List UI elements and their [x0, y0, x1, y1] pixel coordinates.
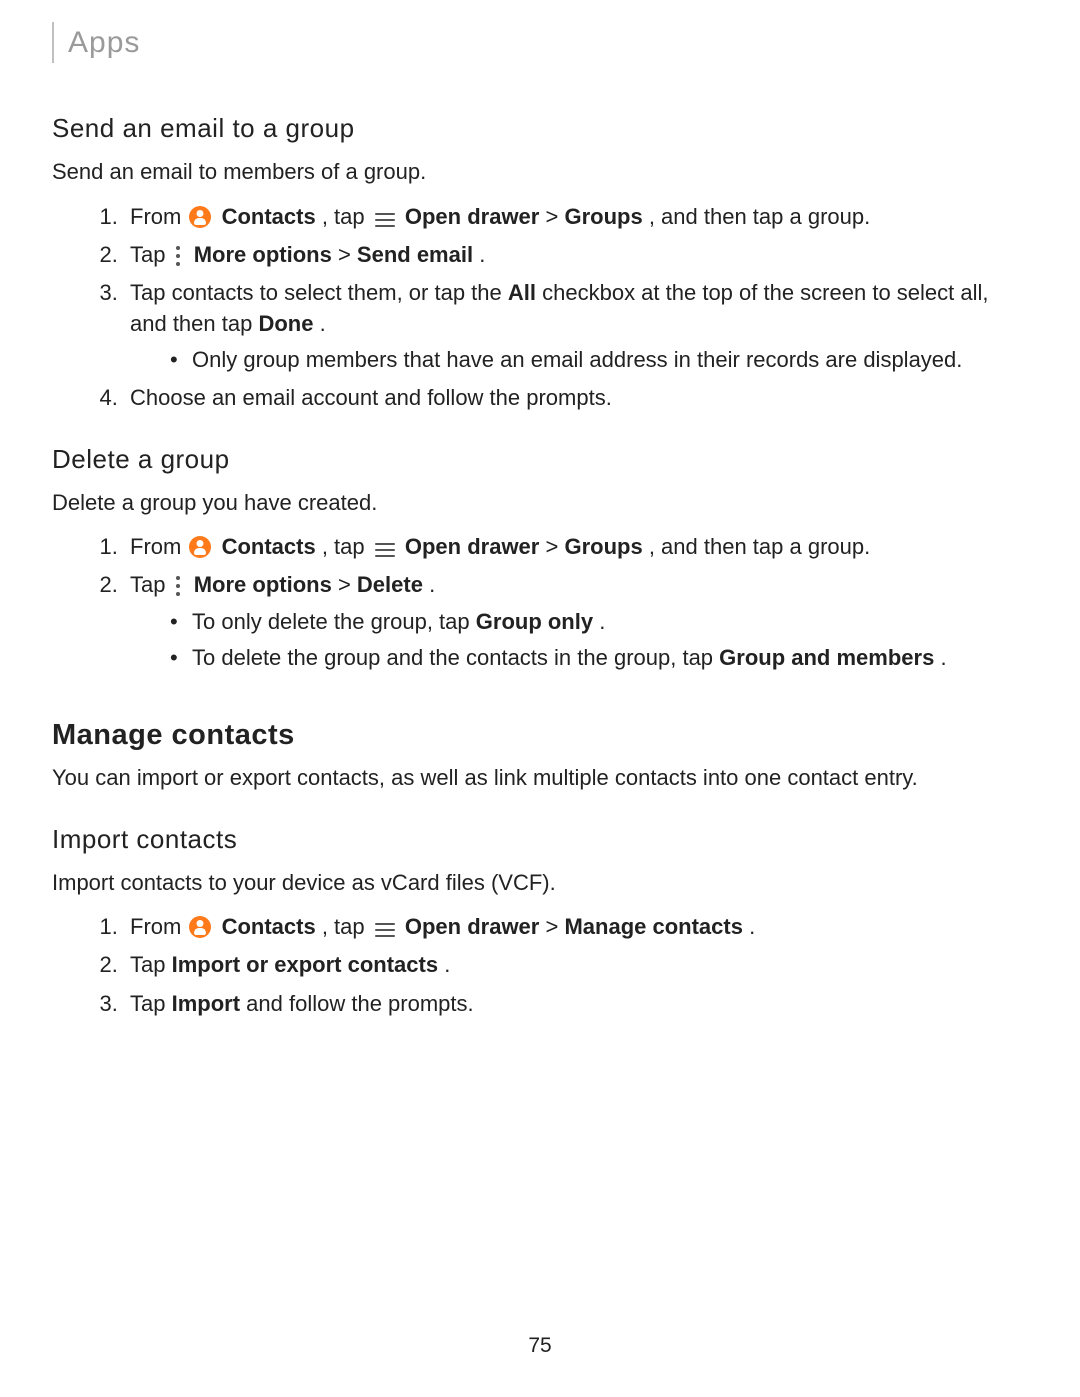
- text: , and then tap a group.: [649, 534, 870, 559]
- step: Tap Import or export contacts .: [124, 950, 1028, 980]
- steps-list: From Contacts , tap Open drawer > Groups…: [52, 532, 1028, 673]
- step: Tap Import and follow the prompts.: [124, 989, 1028, 1019]
- breadcrumb: Apps: [52, 22, 1028, 63]
- contacts-icon: [189, 536, 211, 558]
- text: >: [338, 572, 357, 597]
- step: From Contacts , tap Open drawer > Manage…: [124, 912, 1028, 942]
- step: From Contacts , tap Open drawer > Groups…: [124, 532, 1028, 562]
- text: Import contacts to your device as vCard …: [52, 868, 1028, 898]
- label-import-export: Import or export contacts: [172, 952, 438, 977]
- label-import: Import: [172, 991, 240, 1016]
- step: From Contacts , tap Open drawer > Groups…: [124, 202, 1028, 232]
- list-item: To only delete the group, tap Group only…: [170, 607, 1028, 637]
- label-contacts: Contacts: [222, 534, 316, 559]
- step: Tap More options > Send email .: [124, 240, 1028, 270]
- more-options-icon: [174, 576, 182, 596]
- label-open-drawer: Open drawer: [405, 204, 539, 229]
- text: From: [130, 534, 187, 559]
- page-number: 75: [0, 1332, 1080, 1361]
- text: and follow the prompts.: [246, 991, 473, 1016]
- more-options-icon: [174, 246, 182, 266]
- text: From: [130, 914, 187, 939]
- text: .: [599, 609, 605, 634]
- text: >: [545, 914, 564, 939]
- text: .: [320, 311, 326, 336]
- text: Delete a group you have created.: [52, 488, 1028, 518]
- text: >: [545, 204, 564, 229]
- text: >: [338, 242, 357, 267]
- text: Tap contacts to select them, or tap the: [130, 280, 508, 305]
- steps-list: From Contacts , tap Open drawer > Manage…: [52, 912, 1028, 1019]
- text: .: [479, 242, 485, 267]
- sub-list: To only delete the group, tap Group only…: [130, 607, 1028, 674]
- label-send-email: Send email: [357, 242, 473, 267]
- label-groups: Groups: [564, 204, 642, 229]
- text: , and then tap a group.: [649, 204, 870, 229]
- heading-import-contacts: Import contacts: [52, 822, 1028, 858]
- text: To delete the group and the contacts in …: [192, 645, 719, 670]
- text: Tap: [130, 991, 172, 1016]
- label-more-options: More options: [194, 242, 332, 267]
- label-contacts: Contacts: [222, 204, 316, 229]
- text: To only delete the group, tap: [192, 609, 476, 634]
- step: Tap More options > Delete . To only dele…: [124, 570, 1028, 673]
- list-item: To delete the group and the contacts in …: [170, 643, 1028, 673]
- label-manage-contacts: Manage contacts: [564, 914, 743, 939]
- steps-list: From Contacts , tap Open drawer > Groups…: [52, 202, 1028, 414]
- text: .: [749, 914, 755, 939]
- text: , tap: [322, 534, 371, 559]
- text: Tap: [130, 572, 172, 597]
- label-group-only: Group only: [476, 609, 593, 634]
- label-more-options: More options: [194, 572, 332, 597]
- open-drawer-icon: [375, 542, 395, 558]
- open-drawer-icon: [375, 922, 395, 938]
- label-group-and-members: Group and members: [719, 645, 934, 670]
- label-groups: Groups: [564, 534, 642, 559]
- text: Send an email to members of a group.: [52, 157, 1028, 187]
- text: Tap: [130, 952, 172, 977]
- label-delete: Delete: [357, 572, 423, 597]
- label-open-drawer: Open drawer: [405, 534, 539, 559]
- heading-manage-contacts: Manage contacts: [52, 715, 1028, 755]
- label-done: Done: [258, 311, 313, 336]
- sub-list: Only group members that have an email ad…: [130, 345, 1028, 375]
- text: You can import or export contacts, as we…: [52, 763, 1028, 793]
- contacts-icon: [189, 916, 211, 938]
- text: , tap: [322, 914, 371, 939]
- heading-send-email-group: Send an email to a group: [52, 111, 1028, 147]
- label-open-drawer: Open drawer: [405, 914, 539, 939]
- text: .: [429, 572, 435, 597]
- label-all: All: [508, 280, 536, 305]
- label-contacts: Contacts: [222, 914, 316, 939]
- text: .: [444, 952, 450, 977]
- text: Tap: [130, 242, 172, 267]
- contacts-icon: [189, 206, 211, 228]
- step: Choose an email account and follow the p…: [124, 383, 1028, 413]
- text: >: [545, 534, 564, 559]
- open-drawer-icon: [375, 212, 395, 228]
- text: .: [940, 645, 946, 670]
- step: Tap contacts to select them, or tap the …: [124, 278, 1028, 375]
- text: From: [130, 204, 187, 229]
- list-item: Only group members that have an email ad…: [170, 345, 1028, 375]
- text: , tap: [322, 204, 371, 229]
- heading-delete-group: Delete a group: [52, 442, 1028, 478]
